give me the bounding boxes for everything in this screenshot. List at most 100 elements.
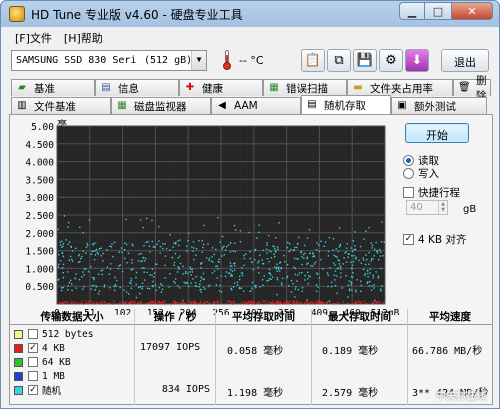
scatter-point [163, 303, 166, 305]
scatter-point [227, 244, 230, 246]
quick-stroke-spinner[interactable]: 40 ▲ ▼ [406, 200, 448, 215]
scatter-point [340, 268, 342, 270]
scatter-point [194, 285, 196, 287]
download-icon[interactable]: ⬇ [405, 49, 429, 72]
scatter-point [193, 258, 195, 261]
scatter-point [220, 275, 222, 277]
scatter-point [348, 289, 351, 292]
menu-help[interactable]: [H]帮助 [58, 27, 109, 46]
tab-random-access[interactable]: ▤ 随机存取 [301, 95, 391, 114]
tab-delete[interactable]: 🗑 删除 [453, 75, 491, 102]
scatter-point [110, 263, 112, 265]
drive-select[interactable]: SAMSUNG SSD 830 Seri (512 gB) ▼ [11, 50, 207, 71]
tab-disk-monitor[interactable]: ▦ 磁盘监视器 [111, 97, 211, 114]
chevron-down-icon[interactable]: ▼ [191, 51, 206, 70]
scatter-point [271, 276, 274, 278]
scatter-point [71, 258, 73, 261]
scatter-point [78, 278, 81, 281]
scatter-point [254, 259, 256, 261]
scatter-point [362, 268, 365, 271]
menu-bar: [F]文件 [H]帮助 [1, 27, 499, 46]
scatter-point [342, 263, 344, 265]
scatter-point [169, 273, 171, 275]
quick-stroke-checkbox[interactable]: 快捷行程 [403, 185, 460, 200]
align-4kb-check[interactable]: ✓ [403, 234, 414, 245]
copy-info-icon[interactable]: 📋 [301, 49, 325, 72]
scatter-point [345, 275, 347, 277]
scatter-point [216, 277, 218, 279]
scatter-point [269, 301, 271, 303]
scatter-point [90, 253, 92, 255]
quick-stroke-check[interactable] [403, 187, 414, 198]
y-tick-label: 1.000 [25, 264, 54, 275]
tab-error-scan[interactable]: ▦ 错误扫描 [263, 79, 347, 96]
scatter-point [294, 267, 297, 270]
scatter-point [83, 285, 85, 288]
scatter-point [383, 241, 386, 243]
options-icon[interactable]: ⚙ [379, 49, 403, 72]
checkbox-random[interactable]: ✓ [28, 385, 38, 395]
read-radio-dot[interactable] [403, 155, 414, 166]
copy-screenshot-icon[interactable]: ⧉ [327, 49, 351, 72]
scatter-point [66, 271, 69, 273]
write-radio-dot[interactable] [403, 168, 414, 179]
scatter-point [272, 300, 274, 303]
y-tick-label: 3.000 [25, 193, 54, 204]
scatter-point [367, 273, 369, 275]
scatter-point [309, 276, 311, 278]
tab-info[interactable]: ▤ 信息 [95, 79, 179, 96]
scatter-point [311, 302, 313, 304]
tab-aam[interactable]: ◀ AAM [211, 97, 301, 114]
scatter-point [149, 301, 152, 303]
tab-extra-tests[interactable]: ▣ 额外测试 [391, 97, 487, 114]
scatter-point [68, 259, 71, 261]
scatter-point [307, 282, 309, 285]
scatter-point [71, 260, 74, 262]
minimize-icon[interactable]: ▁ [399, 2, 425, 20]
scatter-point [348, 253, 350, 255]
checkbox-4kb[interactable]: ✓ [28, 343, 38, 353]
scatter-point [62, 245, 64, 247]
max-random: 2.579 毫秒 [322, 388, 379, 399]
checkbox-1mb[interactable] [28, 371, 38, 381]
exit-button[interactable]: 退出 [441, 49, 489, 72]
close-icon[interactable]: ✕ [451, 2, 493, 20]
scatter-point [294, 296, 296, 298]
scatter-point [139, 286, 142, 288]
checkbox-64kb[interactable] [28, 357, 38, 367]
scatter-point [347, 256, 349, 258]
scatter-point [131, 259, 133, 261]
tab-file-benchmark[interactable]: ▥ 文件基准 [11, 97, 111, 114]
scatter-point [91, 250, 93, 253]
scatter-point [342, 300, 345, 303]
scatter-point [368, 227, 370, 229]
scatter-point [294, 273, 297, 276]
title-bar[interactable]: HD Tune 专业版 v4.60 - 硬盘专业工具 ▁ □ ✕ [1, 1, 499, 27]
tab-folder-usage[interactable]: ▬ 文件夹占用率 [347, 79, 453, 96]
scatter-point [281, 284, 283, 286]
spinner-arrows-icon[interactable]: ▲ ▼ [438, 201, 447, 214]
write-radio[interactable]: 写入 [403, 166, 439, 181]
scatter-point [128, 301, 130, 304]
scatter-point [198, 286, 200, 288]
checkbox-512b[interactable] [28, 329, 38, 339]
start-button[interactable]: 开始 [405, 123, 469, 143]
scatter-point [297, 258, 299, 260]
save-icon[interactable]: 💾 [353, 49, 377, 72]
scatter-point [318, 277, 321, 279]
scatter-point [305, 300, 307, 303]
maximize-icon[interactable]: □ [425, 2, 451, 20]
scatter-point [321, 301, 323, 304]
scatter-point [363, 259, 365, 261]
tab-benchmark[interactable]: ▰ 基准 [11, 79, 95, 96]
scatter-point [276, 266, 278, 269]
tab-health[interactable]: ✚ 健康 [179, 79, 263, 96]
scatter-point [352, 261, 355, 263]
menu-file[interactable]: [F]文件 [9, 27, 58, 46]
scatter-point [196, 285, 198, 287]
scatter-point [328, 236, 331, 239]
scatter-point [82, 232, 84, 234]
align-4kb-checkbox[interactable]: ✓ 4 KB 对齐 [403, 232, 466, 247]
scatter-point [337, 259, 339, 261]
scatter-point [63, 215, 66, 217]
